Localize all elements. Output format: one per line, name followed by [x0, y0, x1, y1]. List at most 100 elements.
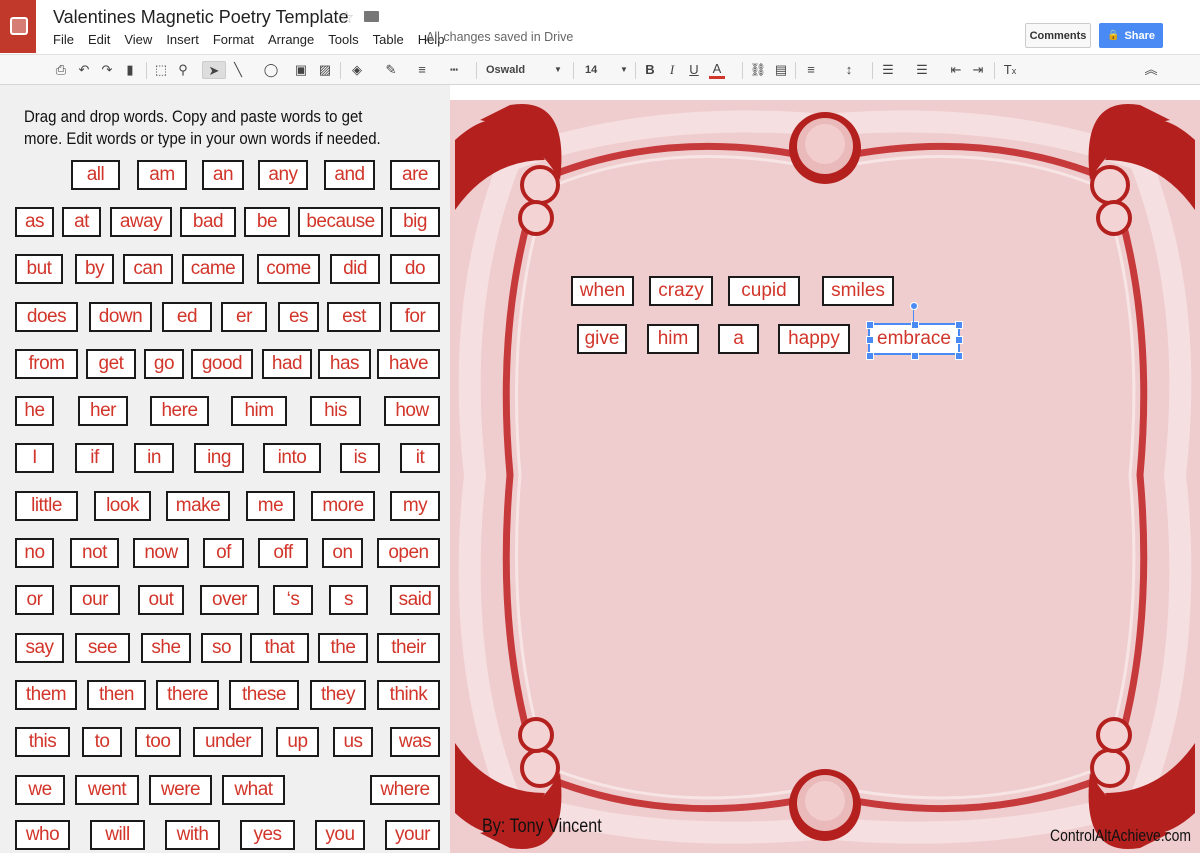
line-color-icon[interactable]: ✎ — [380, 61, 402, 79]
shape-tool-icon[interactable]: ◯ — [260, 61, 282, 79]
word-tile[interactable]: into — [263, 443, 321, 473]
font-size-select[interactable]: 14 — [585, 61, 615, 79]
word-tile[interactable]: he — [15, 396, 54, 426]
menu-table[interactable]: Table — [373, 32, 404, 47]
word-tile[interactable]: them — [15, 680, 77, 710]
word-tile[interactable]: is — [340, 443, 380, 473]
resize-handle[interactable] — [955, 321, 963, 329]
word-tile[interactable]: and — [324, 160, 375, 190]
word-tile[interactable]: their — [377, 633, 440, 663]
word-tile[interactable]: out — [138, 585, 184, 615]
word-tile[interactable]: no — [15, 538, 54, 568]
word-tile[interactable]: her — [78, 396, 128, 426]
poem-word[interactable]: happy — [778, 324, 850, 354]
document-title[interactable]: Valentines Magnetic Poetry Template — [53, 7, 349, 28]
word-tile[interactable]: where — [370, 775, 440, 805]
folder-icon[interactable] — [364, 11, 379, 22]
word-tile[interactable]: me — [246, 491, 295, 521]
menu-format[interactable]: Format — [213, 32, 254, 47]
word-tile[interactable]: your — [385, 820, 440, 850]
textbox-icon[interactable]: ▣ — [293, 61, 309, 79]
menu-insert[interactable]: Insert — [166, 32, 199, 47]
slides-logo-icon[interactable] — [0, 0, 36, 53]
word-tile[interactable]: come — [257, 254, 320, 284]
menu-arrange[interactable]: Arrange — [268, 32, 314, 47]
font-name-select[interactable]: Oswald — [486, 61, 556, 79]
word-tile[interactable]: here — [150, 396, 209, 426]
word-tile[interactable]: at — [62, 207, 101, 237]
word-tile[interactable]: how — [384, 396, 440, 426]
word-tile[interactable]: from — [15, 349, 78, 379]
word-tile[interactable]: you — [315, 820, 365, 850]
resize-handle[interactable] — [866, 336, 874, 344]
word-tile[interactable]: down — [89, 302, 152, 332]
line-spacing-icon[interactable]: ↕ — [841, 61, 857, 79]
word-tile[interactable]: this — [15, 727, 70, 757]
word-tile[interactable]: have — [377, 349, 440, 379]
word-tile[interactable]: not — [70, 538, 119, 568]
word-tile[interactable]: yes — [240, 820, 295, 850]
word-tile[interactable]: more — [311, 491, 375, 521]
word-tile[interactable]: be — [244, 207, 290, 237]
menu-view[interactable]: View — [124, 32, 152, 47]
word-tile[interactable]: were — [149, 775, 212, 805]
print-icon[interactable]: ⎙ — [54, 61, 68, 79]
word-tile[interactable]: can — [123, 254, 173, 284]
resize-handle[interactable] — [866, 321, 874, 329]
poem-word[interactable]: cupid — [728, 276, 800, 306]
word-tile[interactable]: what — [222, 775, 285, 805]
word-tile[interactable]: she — [141, 633, 191, 663]
word-tile[interactable]: who — [15, 820, 70, 850]
image-icon[interactable]: ▨ — [317, 61, 333, 79]
word-tile[interactable]: as — [15, 207, 54, 237]
poem-word[interactable]: when — [571, 276, 634, 306]
word-tile[interactable]: think — [377, 680, 440, 710]
clear-formatting-icon[interactable]: Tx — [1002, 61, 1018, 79]
resize-handle[interactable] — [911, 321, 919, 329]
decrease-indent-icon[interactable]: ⇤ — [948, 61, 964, 79]
resize-handle[interactable] — [866, 352, 874, 360]
word-tile[interactable]: make — [166, 491, 230, 521]
word-tile[interactable]: was — [390, 727, 440, 757]
word-tile[interactable]: there — [156, 680, 219, 710]
resize-handle[interactable] — [911, 352, 919, 360]
word-tile[interactable]: little — [15, 491, 78, 521]
chevron-down-icon[interactable]: ▼ — [553, 61, 563, 79]
word-tile[interactable]: es — [278, 302, 319, 332]
poem-word[interactable]: a — [718, 324, 759, 354]
poem-word[interactable]: give — [577, 324, 627, 354]
word-tile[interactable]: us — [333, 727, 373, 757]
word-tile[interactable]: then — [87, 680, 146, 710]
word-tile[interactable]: good — [191, 349, 253, 379]
word-tile[interactable]: our — [70, 585, 120, 615]
select-all-icon[interactable]: ⬚ — [153, 61, 169, 79]
menu-tools[interactable]: Tools — [328, 32, 358, 47]
word-tile[interactable]: has — [318, 349, 371, 379]
word-tile[interactable]: for — [390, 302, 440, 332]
word-tile[interactable]: look — [94, 491, 151, 521]
line-tool-icon[interactable]: ╲ — [229, 61, 247, 79]
word-tile[interactable]: by — [75, 254, 114, 284]
paint-format-icon[interactable]: ▮ — [123, 61, 137, 79]
word-tile[interactable]: all — [71, 160, 120, 190]
poem-word[interactable]: smiles — [822, 276, 894, 306]
word-tile[interactable]: big — [390, 207, 440, 237]
rotate-handle[interactable] — [910, 302, 918, 310]
resize-handle[interactable] — [955, 352, 963, 360]
bold-button[interactable]: B — [643, 61, 657, 79]
word-tile[interactable]: him — [231, 396, 287, 426]
line-dash-icon[interactable]: ┅ — [443, 61, 465, 79]
word-tile[interactable]: say — [15, 633, 64, 663]
redo-icon[interactable]: ↷ — [100, 61, 114, 79]
resize-handle[interactable] — [955, 336, 963, 344]
word-tile[interactable]: up — [276, 727, 319, 757]
word-tile[interactable]: s — [329, 585, 368, 615]
word-tile[interactable]: get — [86, 349, 136, 379]
word-tile[interactable]: came — [182, 254, 244, 284]
comments-button[interactable]: Comments — [1025, 23, 1091, 48]
byline-text[interactable]: By: Tony Vincent — [482, 816, 602, 838]
word-tile[interactable]: or — [15, 585, 54, 615]
underline-button[interactable]: U — [687, 61, 701, 79]
fill-color-icon[interactable]: ◈ — [346, 61, 368, 79]
word-tile[interactable]: said — [390, 585, 440, 615]
